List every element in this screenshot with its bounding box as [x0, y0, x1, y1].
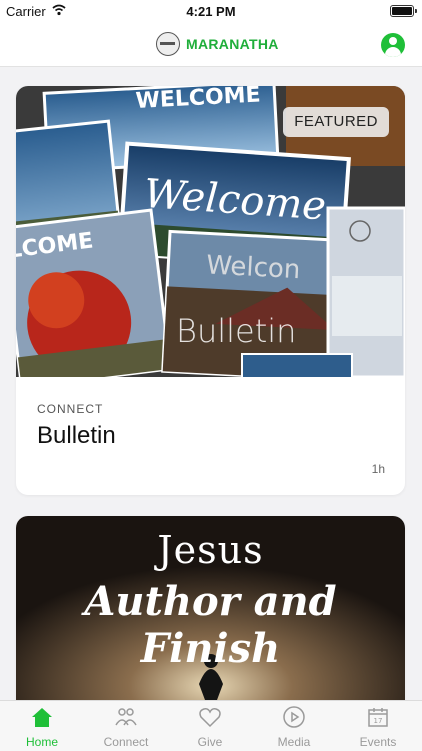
- play-icon: [283, 706, 305, 728]
- home-icon: [32, 708, 52, 727]
- tab-bar: Home Connect Give Media 17 Events: [0, 700, 422, 751]
- card-image-line2: Author and Finish: [84, 578, 337, 672]
- app-logo: MARANATHA: [156, 32, 279, 56]
- tab-give[interactable]: Give: [168, 701, 252, 751]
- card-image-bulletin: Welcome LCOME Welcon WELCOME Bulletin FE…: [16, 86, 405, 377]
- person-icon: [389, 37, 397, 45]
- tab-home[interactable]: Home: [0, 701, 84, 751]
- card-timestamp: 1h: [371, 462, 385, 476]
- logo-text: MARANATHA: [186, 36, 279, 52]
- tab-media[interactable]: Media: [252, 701, 336, 751]
- status-bar: Carrier 4:21 PM: [0, 0, 422, 22]
- tab-label-events: Events: [359, 735, 397, 749]
- tab-label-connect: Connect: [103, 735, 149, 749]
- tab-label-home: Home: [25, 735, 58, 749]
- people-icon: [115, 708, 137, 726]
- feed-card-sermon[interactable]: Jesus Author and Finish: [16, 516, 405, 716]
- tab-label-give: Give: [197, 735, 223, 749]
- app-header: MARANATHA: [0, 22, 422, 67]
- svg-text:Welcon: Welcon: [206, 250, 302, 285]
- feed-card-featured[interactable]: Welcome LCOME Welcon WELCOME Bulletin FE…: [16, 86, 405, 495]
- church-seal-icon: [156, 32, 180, 56]
- tab-events[interactable]: 17 Events: [336, 701, 420, 751]
- card-image-caption: Bulletin: [176, 312, 297, 350]
- card-title: Bulletin: [37, 422, 116, 449]
- heart-icon: [199, 708, 221, 728]
- clock: 4:21 PM: [186, 4, 236, 19]
- featured-badge: FEATURED: [283, 107, 389, 137]
- svg-text:17: 17: [374, 717, 383, 725]
- calendar-icon: 17: [368, 708, 388, 727]
- card-category: CONNECT: [37, 402, 104, 416]
- card-image-line1: Jesus: [157, 528, 264, 572]
- profile-button[interactable]: [381, 33, 405, 57]
- battery-icon: [390, 5, 417, 17]
- tab-label-media: Media: [277, 735, 311, 749]
- tab-connect[interactable]: Connect: [84, 701, 168, 751]
